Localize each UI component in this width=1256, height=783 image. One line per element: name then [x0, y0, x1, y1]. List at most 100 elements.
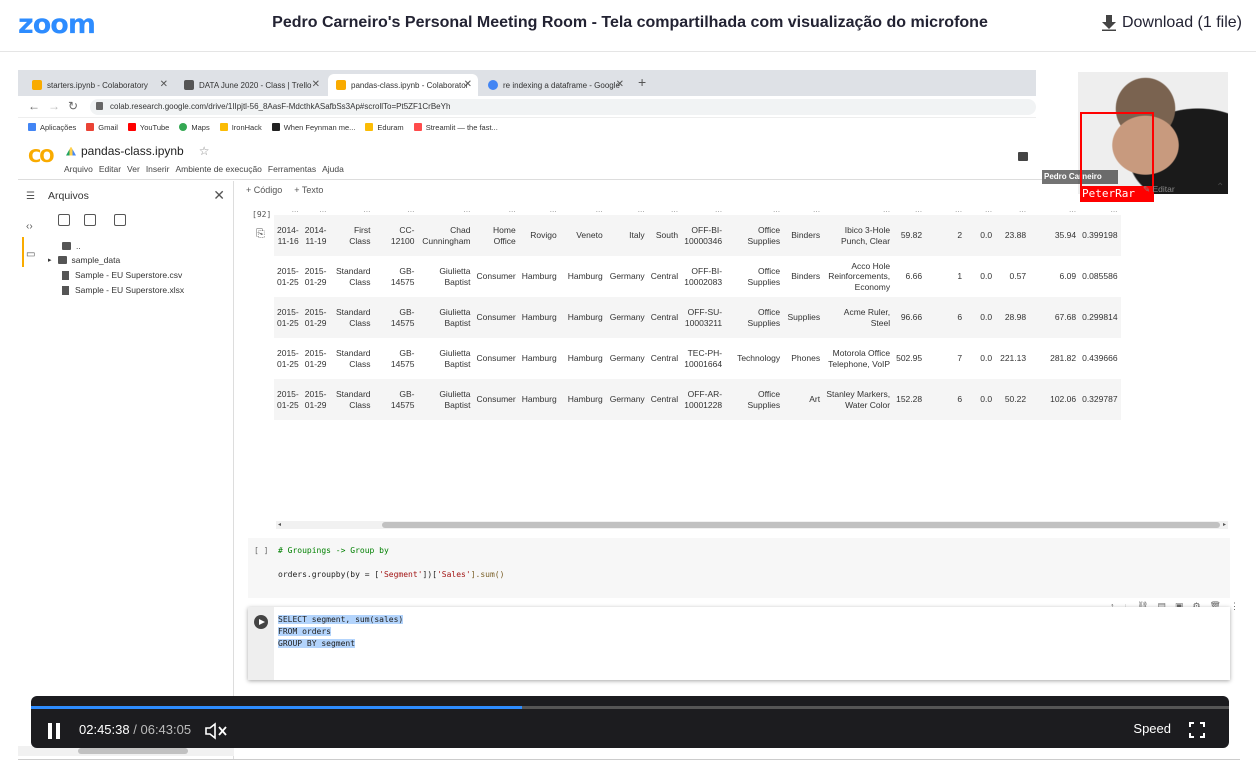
scroll-right-icon[interactable]: ▸ — [1223, 521, 1226, 528]
table-cell: Art — [809, 394, 821, 405]
close-tab-icon[interactable]: ✕ — [312, 79, 320, 90]
sidebar-rail: ☰ ‹› ▭ — [18, 181, 46, 759]
back-icon[interactable]: ← — [28, 99, 40, 113]
bookmark[interactable]: When Feynman me... — [271, 123, 355, 132]
menu-item[interactable]: Ver — [127, 164, 140, 174]
horizontal-scrollbar[interactable]: ◂ ▸ — [276, 521, 1228, 529]
notebook-title[interactable]: pandas-class.ipynb ☆ — [66, 144, 210, 158]
table-cell: 23.88 — [1004, 230, 1027, 241]
table-cell: 2015-01-29 — [304, 266, 327, 287]
pause-button[interactable] — [47, 723, 61, 739]
speed-button[interactable]: Speed — [1133, 721, 1171, 736]
table-cell: 35.94 — [1054, 230, 1077, 241]
menu-item[interactable]: Ajuda — [322, 164, 344, 174]
table-cell: GB-14575 — [390, 266, 415, 287]
table-cell: Consumer — [476, 312, 516, 323]
code-comment: # Groupings -> Group by — [278, 546, 389, 555]
code-line: orders.groupby(by = ['Segment'])['Sales'… — [278, 570, 504, 579]
bookmark[interactable]: Aplicações — [28, 123, 76, 132]
progress-bar[interactable] — [31, 706, 1229, 709]
new-tab-button[interactable]: + — [638, 74, 646, 90]
more-icon[interactable]: ⋮ — [1230, 601, 1239, 612]
bookmark[interactable]: YouTube — [127, 123, 169, 132]
mount-drive-icon[interactable] — [114, 214, 126, 226]
url-field[interactable]: colab.research.google.com/drive/1IIpjtl-… — [90, 99, 1036, 115]
menu-item[interactable]: Ferramentas — [268, 164, 316, 174]
browser-tab-active[interactable]: pandas-class.ipynb - Colaborator ✕ — [328, 74, 478, 96]
cell-gutter — [248, 607, 274, 680]
star-icon[interactable]: ☆ — [199, 144, 210, 158]
time-separator: / — [133, 722, 137, 737]
column-header: ... — [715, 203, 723, 214]
table-cell: Hamburg — [567, 394, 603, 405]
table-cell: 0.299814 — [1082, 312, 1118, 323]
reload-icon[interactable]: ↻ — [68, 99, 78, 113]
column-header: ... — [955, 203, 963, 214]
folder-icon[interactable]: ▭ — [26, 249, 35, 260]
tree-item-folder[interactable]: ▸ sample_data — [48, 255, 120, 265]
table-cell: Supplies — [787, 312, 821, 323]
folder-icon — [62, 242, 71, 250]
bookmark[interactable]: Gmail — [86, 123, 118, 132]
chevron-up-icon[interactable]: ⌃ — [1216, 182, 1224, 193]
chevron-right-icon: ▸ — [48, 257, 52, 264]
forward-icon[interactable]: → — [48, 99, 60, 113]
code-snippets-icon[interactable]: ‹› — [26, 221, 33, 232]
tree-item-file[interactable]: Sample - EU Superstore.xlsx — [62, 285, 184, 295]
table-cell: Rovigo — [530, 230, 557, 241]
bookmark[interactable]: Maps — [179, 123, 210, 132]
tree-item-parent[interactable]: .. — [62, 241, 81, 251]
table-cell: 0.085586 — [1082, 271, 1118, 282]
mute-button[interactable] — [205, 722, 229, 740]
upload-icon[interactable] — [58, 214, 70, 226]
browser-tab[interactable]: re indexing a dataframe - Google ✕ — [480, 74, 630, 96]
table-cell: Consumer — [476, 353, 516, 364]
table-cell: Giulietta Baptist — [439, 266, 471, 287]
youtube-icon — [127, 123, 136, 131]
scroll-left-icon[interactable]: ◂ — [278, 521, 281, 528]
table-cell: 2015-01-25 — [277, 307, 299, 328]
table-cell: 2015-01-29 — [304, 348, 327, 369]
menu-item[interactable]: Ambiente de execução — [175, 164, 261, 174]
tree-label: .. — [76, 241, 81, 251]
gmail-icon — [86, 123, 95, 131]
selected-text: GROUP BY segment — [278, 639, 356, 648]
tab-label: pandas-class.ipynb - Colaborator — [351, 80, 469, 90]
edit-button[interactable]: ✎ Editar — [1143, 184, 1175, 195]
download-button[interactable]: Download (1 file) — [1101, 14, 1242, 32]
total-time: 06:43:05 — [140, 722, 192, 737]
add-code-button[interactable]: + Código — [246, 185, 282, 195]
run-cell-button[interactable] — [254, 615, 268, 629]
code-cell-sql[interactable]: SELECT segment, sum(sales) FROM orders G… — [248, 607, 1230, 680]
close-tab-icon[interactable]: ✕ — [464, 79, 472, 90]
fullscreen-button[interactable] — [1189, 722, 1205, 738]
table-cell: 0.0 — [980, 394, 993, 405]
table-cell: 0.0 — [980, 353, 993, 364]
browser-tab[interactable]: DATA June 2020 - Class | Trello ✕ — [176, 74, 326, 96]
close-tab-icon[interactable]: ✕ — [616, 79, 624, 90]
toc-icon[interactable]: ☰ — [26, 191, 35, 202]
close-tab-icon[interactable]: ✕ — [160, 79, 168, 90]
column-header: ... — [595, 203, 603, 214]
bookmark[interactable]: Streamlit — the fast... — [413, 123, 498, 132]
table-cell: OFF-BI-10000346 — [684, 225, 723, 246]
output-icon[interactable]: ⎘ — [256, 228, 265, 241]
add-text-button[interactable]: + Texto — [294, 185, 323, 195]
menu-item[interactable]: Inserir — [146, 164, 170, 174]
browser-tab[interactable]: starters.ipynb - Colaboratory ✕ — [24, 74, 174, 96]
bookmark[interactable]: Eduram — [365, 123, 404, 132]
bookmark[interactable]: IronHack — [219, 123, 262, 132]
scrollbar-thumb[interactable] — [382, 522, 1220, 528]
scrollbar-thumb[interactable] — [78, 748, 188, 754]
table-cell: 59.82 — [900, 230, 923, 241]
comment-icon[interactable] — [1018, 152, 1028, 161]
close-icon[interactable]: ✕ — [213, 187, 225, 204]
menu-item[interactable]: Arquivo — [64, 164, 93, 174]
progress-fill — [31, 706, 523, 709]
tree-item-file[interactable]: Sample - EU Superstore.csv — [62, 270, 182, 280]
table-cell: 2014-11-16 — [277, 225, 299, 246]
table-cell: Acco Hole Reinforcements, Economy — [828, 260, 891, 292]
refresh-folder-icon[interactable] — [84, 214, 96, 226]
menu-item[interactable]: Editar — [99, 164, 121, 174]
code-cell-groupby[interactable]: [ ] # Groupings -> Group by orders.group… — [248, 538, 1230, 598]
